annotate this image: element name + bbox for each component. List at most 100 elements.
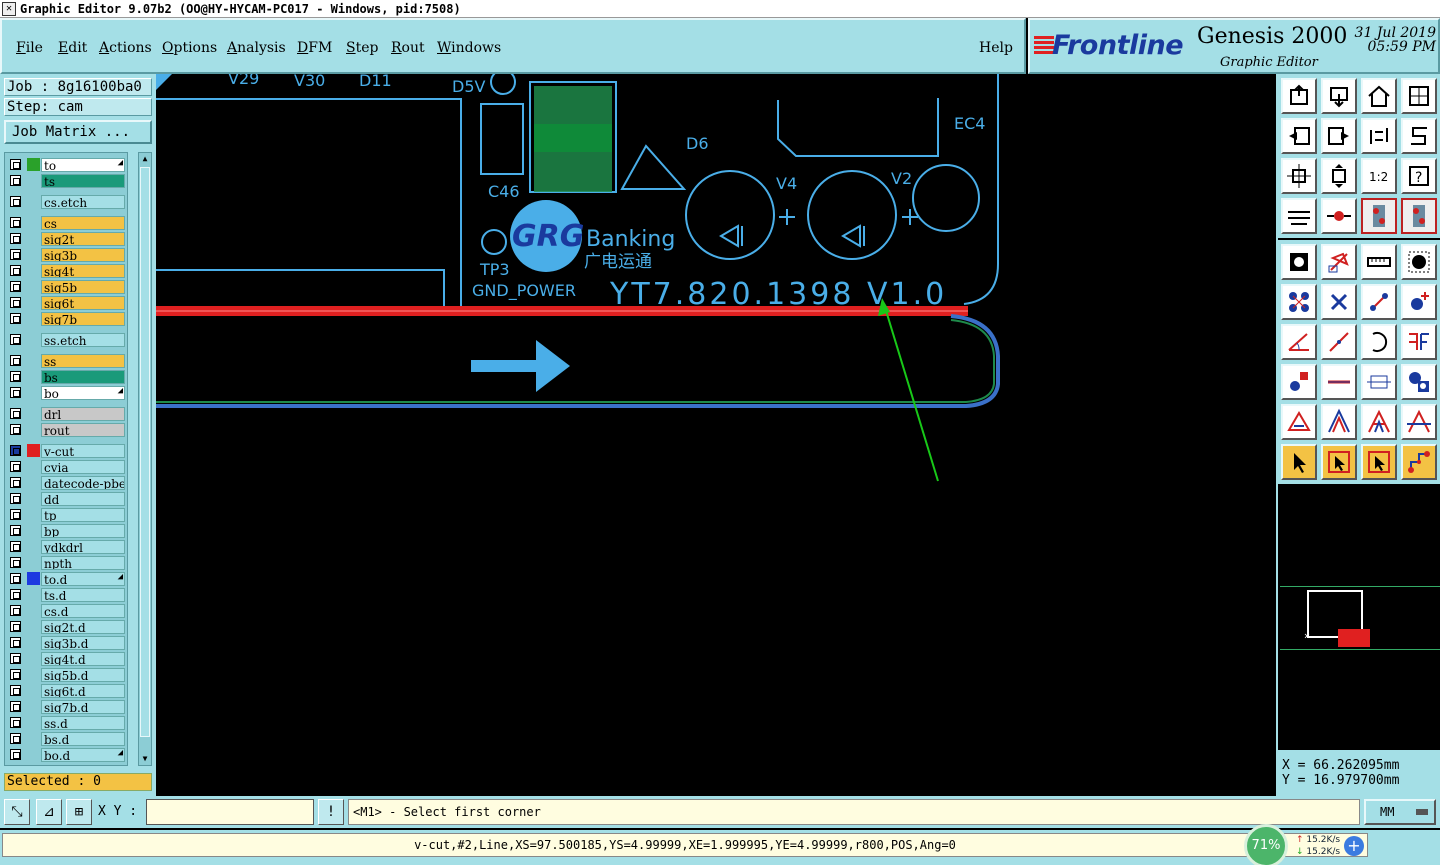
layer-scrollbar[interactable]: ▲ ▼ [138,152,152,766]
layer-checkbox[interactable] [10,461,21,472]
layer-name[interactable]: tp [41,508,125,522]
layer-row[interactable]: sig5b.d [7,667,127,682]
layer-checkbox[interactable] [10,621,21,632]
layer-checkbox[interactable] [10,717,21,728]
pointer-box-alt-icon[interactable] [1361,444,1397,480]
layer-name[interactable]: sig6t.d [41,684,125,698]
layer-name[interactable]: to [41,158,125,172]
layer-checkbox[interactable] [10,159,21,170]
pointer-icon[interactable] [1281,444,1317,480]
layer-row[interactable]: cvia [7,459,127,474]
layer-checkbox[interactable] [10,637,21,648]
angle-icon[interactable] [1281,324,1317,360]
layer-checkbox[interactable] [10,525,21,536]
layer-row[interactable]: sig6t.d [7,683,127,698]
layer-name[interactable]: dd [41,492,125,506]
layer-row[interactable]: ydkdrl [7,539,127,554]
layer-row[interactable]: rout [7,422,127,437]
layer-name[interactable]: sig7b [41,312,125,326]
layer-row[interactable]: ss.etch [7,332,127,347]
connect-nodes-icon[interactable] [1281,284,1317,320]
layer-checkbox[interactable] [10,685,21,696]
alert-icon[interactable]: ! [318,799,344,825]
layer-checkbox[interactable] [10,387,21,398]
layer-name[interactable]: ss.d [41,716,125,730]
layer-checkbox[interactable] [10,589,21,600]
layer-color-swatch[interactable] [27,158,40,171]
layer-row[interactable]: dd [7,491,127,506]
layer-row[interactable]: cs.d [7,603,127,618]
layer-checkbox[interactable] [10,355,21,366]
fit-box-icon[interactable] [1361,364,1397,400]
layer-row[interactable]: ts.d [7,587,127,602]
layer-checkbox[interactable] [10,669,21,680]
prev-step-icon[interactable] [1281,118,1317,154]
add-pad-icon[interactable] [1401,284,1437,320]
layer-name[interactable]: sig6t [41,296,125,310]
zoom-icon[interactable] [1321,158,1357,194]
layer-name[interactable]: sig2t [41,232,125,246]
import-icon[interactable] [1321,78,1357,114]
layer-name[interactable]: bs [41,370,125,384]
layer-name[interactable]: to.d [41,572,125,586]
layer-checkbox[interactable] [10,196,21,207]
layer-row[interactable]: sig7b.d [7,699,127,714]
layer-checkbox[interactable] [10,445,21,456]
layer-row[interactable]: bs [7,369,127,384]
scale-1-2-icon[interactable]: 1:2 [1361,158,1397,194]
layer-name[interactable]: ss [41,354,125,368]
layer-checkbox[interactable] [10,701,21,712]
slash-line-icon[interactable] [1321,324,1357,360]
menu-actions[interactable]: Actions [99,40,152,56]
menu-options[interactable]: Options [162,40,217,56]
layer-row[interactable]: sig2t [7,231,127,246]
layer-checkbox[interactable] [10,424,21,435]
layer-checkbox[interactable] [10,749,21,760]
layer-row[interactable]: sig3b.d [7,635,127,650]
layer-row[interactable]: sig4t [7,263,127,278]
flip-icon[interactable] [1401,324,1437,360]
layer-checkbox[interactable] [10,477,21,488]
layer-row[interactable]: bp [7,523,127,538]
layer-row[interactable]: sig4t.d [7,651,127,666]
layer-row[interactable]: tp [7,507,127,522]
menu-windows[interactable]: Windows [437,40,501,56]
layer-row[interactable]: to ◢ [7,157,127,172]
layer-checkbox[interactable] [10,541,21,552]
pointer-box-icon[interactable] [1321,444,1357,480]
line-pad-icon[interactable] [1361,284,1397,320]
arc-icon[interactable] [1361,324,1397,360]
window-icon[interactable] [1401,78,1437,114]
layer-color-swatch[interactable] [27,572,40,585]
layer-checkbox[interactable] [10,249,21,260]
layer-row[interactable]: sig3b [7,247,127,262]
job-matrix-button[interactable]: Job Matrix ... [4,120,152,144]
arch-strike-icon[interactable] [1401,404,1437,440]
triangle-icon[interactable] [1281,404,1317,440]
units-select[interactable]: MM [1364,799,1436,825]
layer-row[interactable]: sig5b [7,279,127,294]
layer-row[interactable]: drl [7,406,127,421]
layer-name[interactable]: sig4t [41,264,125,278]
grid-icon[interactable]: ⊞ [66,799,92,825]
layer-name[interactable]: sig4t.d [41,652,125,666]
layer-checkbox[interactable] [10,408,21,419]
menu-edit[interactable]: Edit [58,40,87,56]
layer-row[interactable]: cs.etch [7,194,127,209]
layer-name[interactable]: ts [41,174,125,188]
transform-icon[interactable] [1321,244,1357,280]
layer-row[interactable]: npth [7,555,127,570]
dash-line-icon[interactable] [1321,364,1357,400]
layer-name[interactable]: sig3b [41,248,125,262]
layer-checkbox[interactable] [10,297,21,308]
layer-name[interactable]: sig5b.d [41,668,125,682]
layer-checkbox[interactable] [10,605,21,616]
layer-checkbox[interactable] [10,733,21,744]
triangle-outline-icon[interactable] [1321,404,1357,440]
help-icon[interactable]: ? [1401,158,1437,194]
layer-name[interactable]: drl [41,407,125,421]
menu-help[interactable]: Help [979,40,1013,56]
layer-row[interactable]: ss [7,353,127,368]
layer-row[interactable]: v-cut [7,443,127,458]
layer-checkbox[interactable] [10,371,21,382]
